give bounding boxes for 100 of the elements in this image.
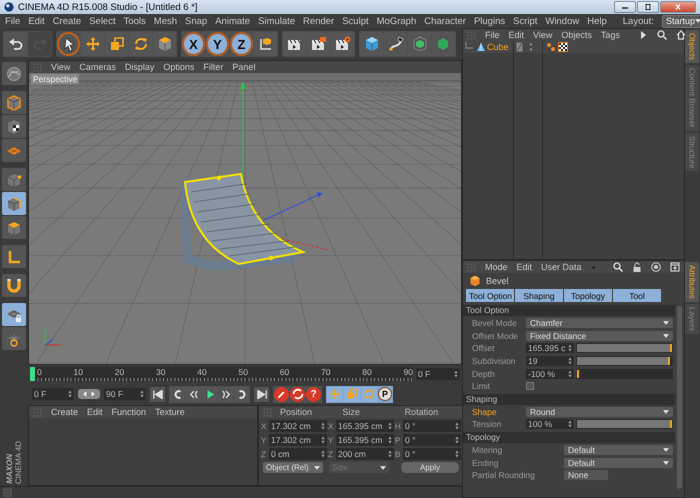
axis-lock-button[interactable]: X: [182, 32, 205, 56]
menu-item[interactable]: Help: [587, 16, 607, 26]
side-tab[interactable]: Attributes: [685, 262, 699, 302]
menu-item[interactable]: Create: [52, 16, 82, 26]
menu-item[interactable]: Plugins: [474, 16, 506, 26]
scale-tool-button[interactable]: [105, 32, 128, 56]
dropdown[interactable]: Default: [564, 445, 673, 456]
slider-fill[interactable]: [577, 357, 670, 366]
spinner-arrows-icon[interactable]: [388, 450, 392, 458]
object-button[interactable]: [153, 32, 176, 56]
dropdown[interactable]: Round: [526, 406, 673, 417]
spinner-arrows-icon[interactable]: [388, 436, 392, 444]
slider-track[interactable]: [576, 368, 673, 379]
layout-dropdown[interactable]: Startup: [662, 14, 700, 28]
input-field[interactable]: 0 F: [32, 388, 74, 400]
home-icon[interactable]: [676, 30, 685, 40]
record-key-button[interactable]: [274, 386, 289, 402]
input-field[interactable]: 165.395 c: [526, 343, 574, 354]
spinner-arrows-icon[interactable]: [455, 422, 459, 430]
object-name[interactable]: Cube: [487, 42, 509, 52]
menu-item[interactable]: Edit: [28, 16, 45, 26]
spinner-arrows-icon[interactable]: [568, 370, 572, 378]
undo-button[interactable]: [4, 32, 27, 56]
menu-item[interactable]: View: [51, 62, 70, 72]
menu-item[interactable]: Character: [424, 16, 466, 26]
menu-item[interactable]: Edit: [516, 262, 532, 272]
pen-button[interactable]: [384, 32, 407, 56]
menu-item[interactable]: Animate: [215, 16, 250, 26]
key-selection-button[interactable]: ?: [306, 386, 321, 402]
menu-item[interactable]: Render: [303, 16, 334, 26]
menu-item[interactable]: Function: [112, 407, 146, 417]
side-tab[interactable]: Objects: [685, 30, 699, 64]
input-field[interactable]: 17.302 cm: [269, 434, 327, 446]
search-icon[interactable]: [613, 262, 623, 272]
menu-item[interactable]: MoGraph: [376, 16, 416, 26]
mode-button[interactable]: [2, 115, 26, 138]
spinner-arrows-icon[interactable]: [455, 450, 459, 458]
go-to-start-button[interactable]: [150, 386, 165, 402]
spinner-arrows-icon[interactable]: [568, 357, 572, 366]
menu-item[interactable]: Sculpt: [342, 16, 369, 26]
menu-item[interactable]: Mesh: [154, 16, 178, 26]
parameter-key-button[interactable]: P: [378, 386, 392, 400]
menu-item[interactable]: Select: [89, 16, 116, 26]
move-tool-button[interactable]: [81, 32, 104, 56]
spinner-arrows-icon[interactable]: [321, 436, 325, 444]
input-field[interactable]: -100 %: [526, 368, 574, 379]
tab[interactable]: Tool Option: [466, 289, 514, 302]
render-picture-button[interactable]: [307, 32, 330, 56]
object-row[interactable]: Cube: [463, 41, 684, 53]
rotate-tool-button[interactable]: [129, 32, 152, 56]
input-field[interactable]: 17.302 cm: [269, 420, 327, 432]
menu-item[interactable]: Display: [124, 62, 154, 72]
input-field[interactable]: 0 cm: [269, 448, 327, 460]
coordinate-system-button[interactable]: [254, 32, 277, 56]
dropdown[interactable]: Chamfer: [526, 318, 673, 328]
axis-lock-button[interactable]: Y: [206, 32, 229, 56]
menu-item[interactable]: Mode: [485, 262, 508, 272]
slider-track[interactable]: [576, 356, 673, 366]
mode-button[interactable]: [2, 303, 26, 326]
render-view-button[interactable]: [283, 32, 306, 56]
axis-lock-button[interactable]: Z: [230, 32, 253, 56]
spinner-arrows-icon[interactable]: [321, 422, 325, 430]
input-field[interactable]: 0 °: [403, 434, 461, 446]
tab[interactable]: Shaping: [515, 289, 563, 302]
menu-item[interactable]: Panel: [232, 62, 256, 72]
tag-dots-icon[interactable]: [546, 42, 556, 52]
dropdown[interactable]: Fixed Distance: [526, 330, 673, 341]
menu-item[interactable]: Objects: [561, 30, 592, 40]
select-tool-button[interactable]: [57, 32, 80, 56]
spinner-arrows-icon[interactable]: [455, 436, 459, 444]
input-field[interactable]: 200 cm: [336, 448, 394, 460]
menu-item[interactable]: Options: [163, 62, 194, 72]
input-field[interactable]: 165.395 cm: [336, 434, 394, 446]
arrows-button[interactable]: [78, 389, 100, 399]
tab[interactable]: Topology: [564, 289, 612, 302]
go-to-end-button[interactable]: [254, 386, 269, 402]
menu-item[interactable]: Tags: [600, 30, 620, 40]
scrollbar[interactable]: [677, 306, 682, 489]
menu-item[interactable]: Create: [51, 407, 78, 417]
previous-key-button[interactable]: [186, 386, 201, 402]
input-field[interactable]: 0 °: [403, 420, 461, 432]
input-field[interactable]: 100 %: [526, 419, 574, 430]
menu-item[interactable]: Cameras: [79, 62, 116, 72]
minimize-button[interactable]: [614, 1, 636, 13]
menu-item[interactable]: Filter: [203, 62, 224, 72]
dropdown[interactable]: Default: [564, 458, 673, 468]
close-button[interactable]: [660, 1, 696, 13]
dropdown[interactable]: Object (Rel): [263, 462, 323, 473]
tab[interactable]: Tool: [613, 289, 661, 302]
checkbox[interactable]: [526, 382, 534, 390]
spinner-arrows-icon[interactable]: [568, 344, 572, 352]
spinner-arrows-icon[interactable]: [68, 390, 72, 398]
cube-button[interactable]: [360, 32, 383, 56]
input-field[interactable]: 90 F: [104, 388, 146, 400]
search-icon[interactable]: [656, 30, 667, 40]
maximize-button[interactable]: [637, 1, 659, 13]
tool-button[interactable]: [432, 32, 455, 56]
input-field[interactable]: 0 °: [403, 448, 461, 460]
menu-item[interactable]: Script: [513, 16, 538, 26]
next-key-button[interactable]: [218, 386, 233, 402]
